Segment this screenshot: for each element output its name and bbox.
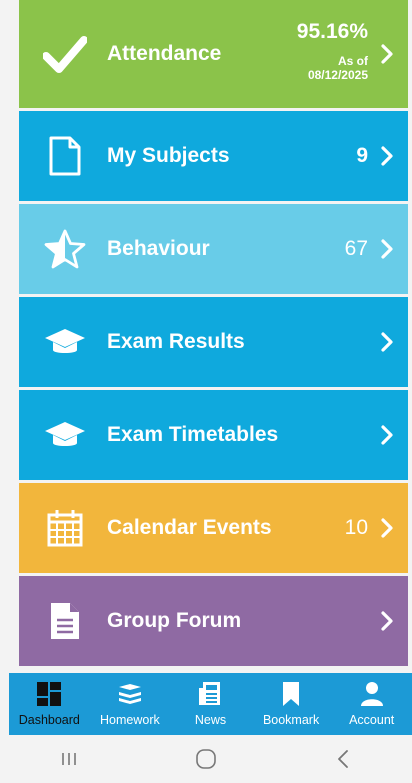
home-icon[interactable]: [186, 744, 226, 774]
attendance-percent: 95.16%: [296, 20, 368, 43]
nav-account[interactable]: Account: [331, 673, 412, 735]
nav-news[interactable]: News: [170, 673, 251, 735]
bottom-navigation: Dashboard Homework News Bookmark Account: [9, 673, 412, 735]
system-navigation-bar: [0, 735, 412, 783]
as-of-label: As of: [338, 54, 368, 68]
tile-label: Attendance: [107, 42, 222, 65]
user-icon: [359, 681, 385, 707]
tile-my-subjects[interactable]: My Subjects 9: [19, 111, 408, 201]
attendance-date: As of 08/12/2025: [308, 54, 368, 82]
nav-label: News: [194, 713, 227, 727]
graduation-cap-icon: [41, 411, 89, 459]
tile-label: Behaviour: [107, 237, 210, 260]
calendar-count: 10: [344, 516, 368, 539]
chevron-right-icon: [376, 145, 398, 167]
recent-apps-icon[interactable]: [49, 744, 89, 774]
tile-group-forum[interactable]: Group Forum: [19, 576, 408, 666]
newspaper-icon: [197, 681, 223, 707]
nav-label: Account: [349, 713, 395, 727]
document-icon: [41, 132, 89, 180]
tile-label: Calendar Events: [107, 516, 272, 539]
nav-label: Homework: [100, 713, 160, 727]
back-icon[interactable]: [323, 744, 363, 774]
file-text-icon: [41, 597, 89, 645]
tile-calendar-events[interactable]: Calendar Events 10: [19, 483, 408, 573]
dashboard-grid-icon: [36, 681, 62, 707]
nav-label: Dashboard: [18, 713, 80, 727]
nav-bookmark[interactable]: Bookmark: [251, 673, 332, 735]
tile-label: Exam Timetables: [107, 423, 279, 446]
tile-label: My Subjects: [107, 144, 230, 167]
star-half-icon: [41, 225, 89, 273]
tile-label: Exam Results: [107, 330, 245, 353]
tile-label: Group Forum: [107, 609, 242, 632]
chevron-right-icon: [376, 43, 398, 65]
behaviour-count: 67: [344, 237, 368, 260]
chevron-right-icon: [376, 610, 398, 632]
calendar-icon: [41, 504, 89, 552]
nav-homework[interactable]: Homework: [90, 673, 171, 735]
tile-attendance[interactable]: Attendance 95.16% As of 08/12/2025: [19, 0, 408, 108]
tile-exam-timetables[interactable]: Exam Timetables: [19, 390, 408, 480]
chevron-right-icon: [376, 517, 398, 539]
chevron-right-icon: [376, 424, 398, 446]
subjects-count: 9: [356, 144, 368, 167]
tile-behaviour[interactable]: Behaviour 67: [19, 204, 408, 294]
nav-label: Bookmark: [262, 713, 320, 727]
checkmark-icon: [41, 30, 89, 78]
bookmark-icon: [278, 681, 304, 707]
dashboard-menu: Attendance 95.16% As of 08/12/2025 My Su…: [19, 0, 408, 669]
nav-dashboard[interactable]: Dashboard: [9, 673, 90, 735]
chevron-right-icon: [376, 331, 398, 353]
as-of-date: 08/12/2025: [307, 68, 368, 82]
graduation-cap-icon: [41, 318, 89, 366]
chevron-right-icon: [376, 238, 398, 260]
tile-exam-results[interactable]: Exam Results: [19, 297, 408, 387]
books-icon: [117, 681, 143, 707]
